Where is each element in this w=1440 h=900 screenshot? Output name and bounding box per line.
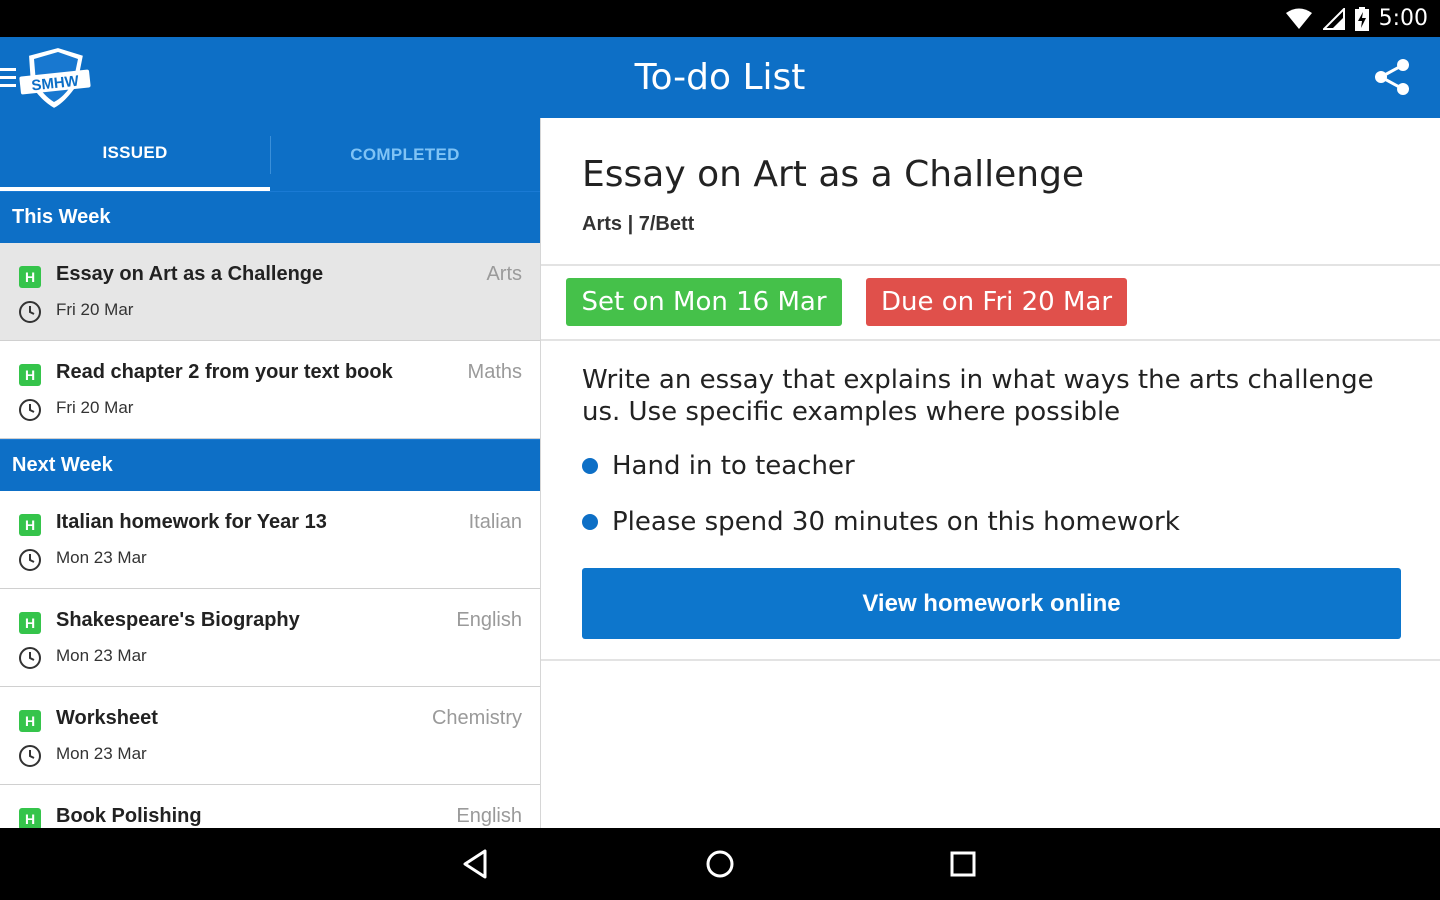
divider [541, 659, 1440, 661]
back-icon[interactable] [459, 846, 495, 882]
bullet-item: Please spend 30 minutes on this homework [582, 507, 1180, 537]
share-icon[interactable] [1372, 57, 1412, 97]
recents-icon[interactable] [945, 846, 981, 882]
clock-icon [19, 301, 41, 323]
homework-detail-panel: Essay on Art as a Challenge Arts | 7/Bet… [541, 118, 1440, 828]
bullet-dot [582, 514, 598, 530]
battery-charging-icon [1354, 6, 1369, 31]
tab-issued[interactable]: ISSUED [0, 118, 270, 191]
status-time: 5:00 [1378, 6, 1428, 31]
clock-icon [19, 549, 41, 571]
menu-icon[interactable] [0, 68, 16, 88]
task-title: Shakespeare's Biography [56, 609, 300, 631]
task-subject: Arts [486, 263, 522, 285]
homework-badge: H [19, 514, 41, 536]
task-date: Mon 23 Mar [56, 744, 147, 763]
clock-icon [19, 647, 41, 669]
task-title: Italian homework for Year 13 [56, 511, 327, 533]
tab-bar: ISSUED COMPLETED [0, 118, 540, 191]
task-title: Essay on Art as a Challenge [56, 263, 324, 285]
task-subject: Chemistry [431, 707, 522, 729]
homework-badge: H [19, 266, 41, 288]
wifi-icon [1285, 8, 1312, 29]
tab-divider [270, 136, 271, 174]
task-subject: English [456, 805, 522, 827]
divider [541, 264, 1440, 266]
task-title: Book Polishing [56, 805, 202, 827]
due-date-badge: Due on Fri 20 Mar [866, 278, 1127, 326]
bullet-item: Hand in to teacher [582, 451, 855, 481]
homework-description: Write an essay that explains in what way… [582, 365, 1374, 427]
task-date: Mon 23 Mar [56, 548, 147, 567]
home-icon[interactable] [702, 846, 738, 882]
task-subject: English [456, 609, 522, 631]
homework-badge: H [19, 364, 41, 386]
task-title: Read chapter 2 from your text book [56, 361, 393, 383]
list-item[interactable]: H Italian homework for Year 13 Italian M… [0, 491, 540, 589]
homework-badge: H [19, 710, 41, 732]
status-bar: 5:00 [0, 0, 1440, 37]
task-subject: Italian [468, 511, 522, 533]
list-item[interactable]: H Shakespeare's Biography English Mon 23… [0, 589, 540, 687]
clock-icon [19, 745, 41, 767]
task-date: Fri 20 Mar [56, 300, 134, 319]
smhw-logo[interactable]: SMHW [18, 45, 92, 111]
task-date: Fri 20 Mar [56, 398, 134, 417]
clock-icon [19, 399, 41, 421]
bullet-dot [582, 458, 598, 474]
set-date-badge: Set on Mon 16 Mar [566, 278, 842, 326]
tab-completed[interactable]: COMPLETED [270, 118, 540, 191]
bullet-text: Please spend 30 minutes on this homework [612, 507, 1180, 537]
list-item[interactable]: H Book Polishing English [0, 785, 540, 828]
detail-subtitle: Arts | 7/Bett [582, 213, 695, 235]
task-date: Mon 23 Mar [56, 646, 147, 665]
todo-list-panel: ISSUED COMPLETED This Week H Essay on Ar… [0, 118, 541, 828]
bullet-text: Hand in to teacher [612, 451, 855, 481]
system-nav-bar [0, 828, 1440, 900]
section-header-next-week: Next Week [0, 439, 540, 491]
list-item[interactable]: H Worksheet Chemistry Mon 23 Mar [0, 687, 540, 785]
app-bar: SMHW To-do List [0, 37, 1440, 118]
task-title: Worksheet [56, 707, 158, 729]
view-homework-online-button[interactable]: View homework online [582, 568, 1401, 639]
signal-icon [1322, 7, 1345, 30]
divider [541, 339, 1440, 341]
list-item[interactable]: H Read chapter 2 from your text book Mat… [0, 341, 540, 439]
section-header-this-week: This Week [0, 191, 540, 243]
homework-badge: H [19, 808, 41, 828]
task-subject: Maths [467, 361, 522, 383]
list-item[interactable]: H Essay on Art as a Challenge Arts Fri 2… [0, 243, 540, 341]
homework-badge: H [19, 612, 41, 634]
detail-title: Essay on Art as a Challenge [582, 154, 1085, 195]
page-title: To-do List [634, 57, 806, 98]
